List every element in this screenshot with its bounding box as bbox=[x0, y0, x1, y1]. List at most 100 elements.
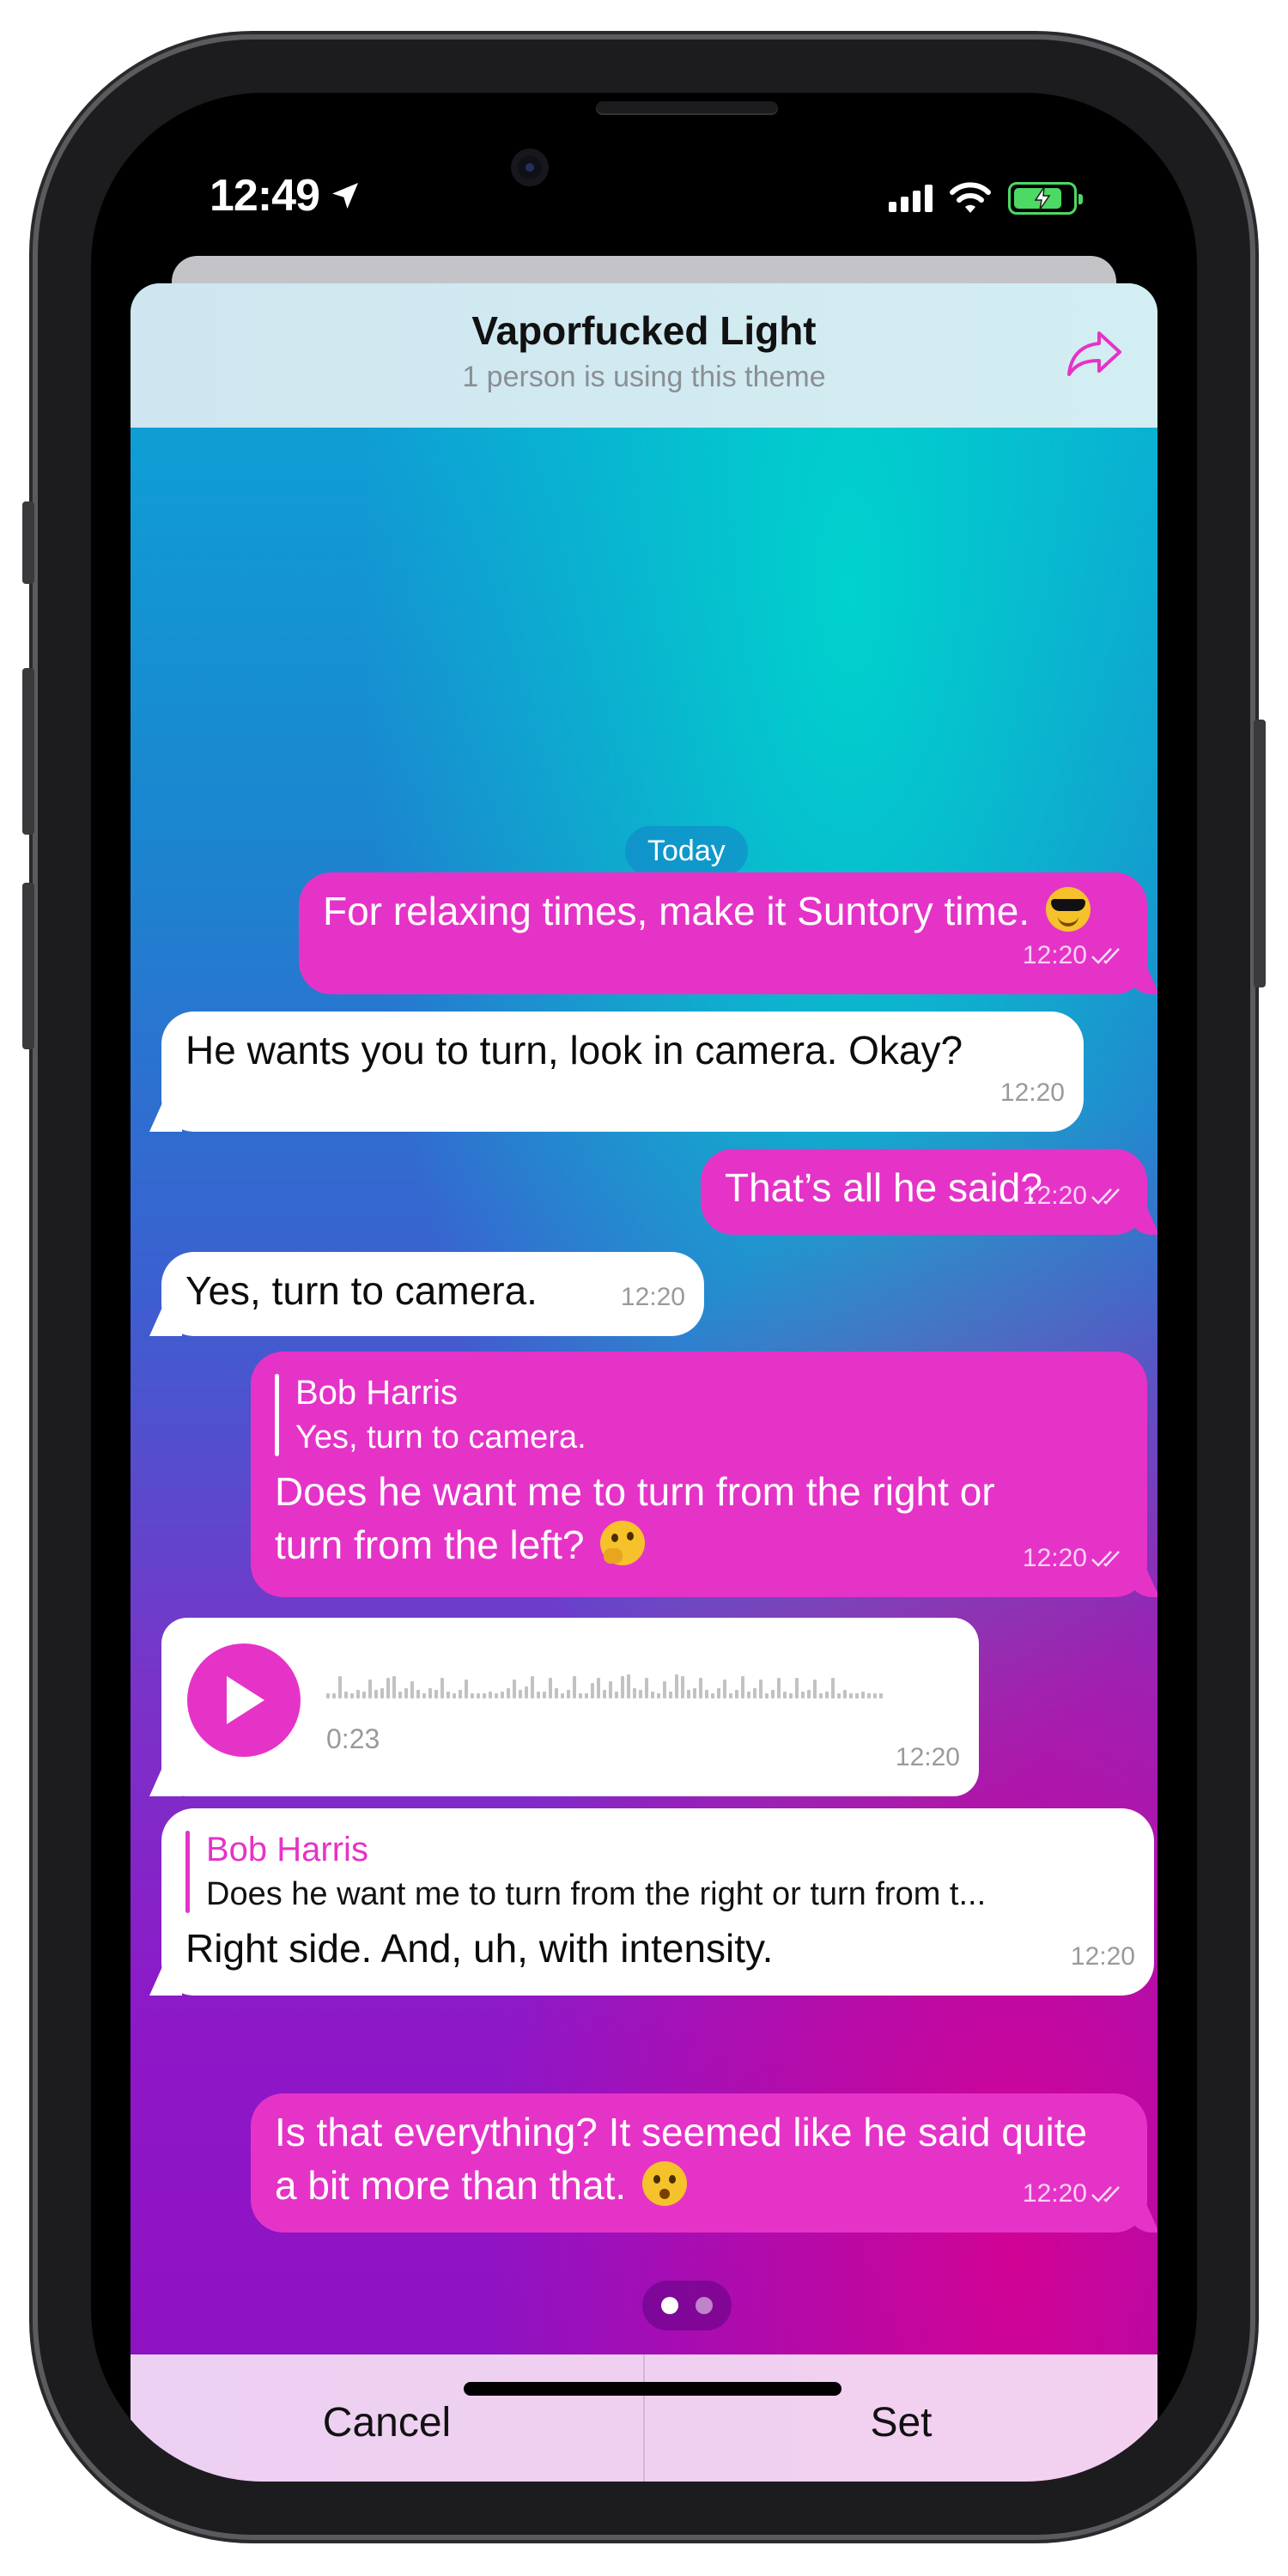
waveform-bar bbox=[693, 1688, 696, 1698]
waveform-bar bbox=[483, 1693, 486, 1698]
waveform-bar bbox=[795, 1678, 799, 1698]
message-bubble-incoming[interactable]: Bob Harris Does he want me to turn from … bbox=[161, 1808, 1154, 1996]
waveform-bar bbox=[453, 1693, 456, 1698]
play-button[interactable] bbox=[187, 1643, 301, 1757]
waveform-bar bbox=[555, 1688, 558, 1698]
phone-frame: 12:49 Vaporfucked Light 1 person is usin… bbox=[22, 39, 1266, 2535]
waveform-bar bbox=[422, 1693, 426, 1698]
waveform-bar bbox=[657, 1693, 660, 1698]
message-meta: 12:20 bbox=[1000, 1066, 1065, 1120]
page-dot-2[interactable] bbox=[696, 2297, 713, 2314]
message-bubble-outgoing[interactable]: Is that everything? It seemed like he sa… bbox=[251, 2093, 1147, 2233]
reply-quote[interactable]: Bob Harris Does he want me to turn from … bbox=[185, 1827, 1130, 1917]
waveform-bar bbox=[681, 1676, 684, 1698]
waveform-bar bbox=[687, 1690, 690, 1698]
page-dot-1[interactable] bbox=[661, 2297, 678, 2314]
waveform-bar bbox=[350, 1693, 354, 1698]
waveform-bar bbox=[663, 1681, 666, 1698]
waveform-bar bbox=[567, 1690, 570, 1698]
waveform-bar bbox=[837, 1693, 841, 1698]
waveform-bar bbox=[501, 1692, 504, 1698]
home-indicator[interactable] bbox=[464, 2382, 841, 2396]
waveform-bar bbox=[392, 1676, 396, 1698]
status-indicators bbox=[889, 182, 1083, 215]
waveform-bar bbox=[495, 1693, 498, 1698]
waveform-bar bbox=[627, 1674, 630, 1698]
message-bubble-outgoing[interactable]: For relaxing times, make it Suntory time… bbox=[299, 872, 1147, 994]
share-icon[interactable] bbox=[1065, 326, 1125, 378]
waveform-bar bbox=[507, 1688, 510, 1698]
waveform-bar bbox=[465, 1680, 468, 1698]
waveform-bar bbox=[404, 1688, 408, 1698]
message-bubble-outgoing[interactable]: That’s all he said? 12:20 bbox=[701, 1149, 1147, 1235]
message-bubble-outgoing[interactable]: Bob Harris Yes, turn to camera. Does he … bbox=[251, 1352, 1147, 1597]
power-button bbox=[1254, 720, 1266, 987]
silent-switch bbox=[22, 501, 34, 584]
waveform-bar bbox=[669, 1692, 672, 1698]
reply-quote[interactable]: Bob Harris Yes, turn to camera. bbox=[275, 1370, 1123, 1460]
message-text: For relaxing times, make it Suntory time… bbox=[323, 889, 1030, 933]
waveform-bar bbox=[609, 1681, 612, 1698]
theme-usage-count: 1 person is using this theme bbox=[462, 361, 826, 393]
phone-screen: 12:49 Vaporfucked Light 1 person is usin… bbox=[91, 93, 1197, 2482]
waveform-bar bbox=[344, 1692, 348, 1698]
waveform-bar bbox=[531, 1676, 534, 1698]
reply-excerpt: Does he want me to turn from the right o… bbox=[206, 1876, 987, 1912]
waveform-bar bbox=[561, 1693, 564, 1698]
message-meta: 12:20 bbox=[621, 1271, 685, 1324]
message-meta: 12:20 bbox=[1023, 1170, 1128, 1223]
read-checkmarks-icon bbox=[1091, 1551, 1120, 1567]
status-time-label: 12:49 bbox=[210, 171, 320, 221]
cancel-button[interactable]: Cancel bbox=[131, 2354, 643, 2482]
cellular-signal-icon bbox=[889, 185, 933, 212]
waveform-bar bbox=[428, 1688, 432, 1698]
battery-charging-icon bbox=[1008, 182, 1083, 215]
waveform-bar bbox=[783, 1692, 787, 1698]
waveform-bar bbox=[368, 1680, 372, 1698]
waveform-bar bbox=[573, 1676, 576, 1698]
waveform-bar bbox=[735, 1690, 738, 1698]
waveform-bar bbox=[549, 1678, 552, 1698]
waveform-bar bbox=[861, 1692, 865, 1698]
page-indicator[interactable] bbox=[642, 2281, 732, 2330]
waveform-bar bbox=[645, 1678, 648, 1698]
thinking-face-emoji-icon bbox=[600, 1521, 646, 1565]
waveform-bar bbox=[819, 1693, 823, 1698]
message-meta: 12:20 bbox=[1023, 1532, 1128, 1585]
sheet-header: Vaporfucked Light 1 person is using this… bbox=[131, 283, 1157, 428]
waveform-bar bbox=[873, 1693, 877, 1698]
set-theme-button[interactable]: Set bbox=[645, 2354, 1157, 2482]
message-time: 12:20 bbox=[1022, 2179, 1087, 2208]
message-time: 12:20 bbox=[999, 1078, 1065, 1107]
waveform-bar bbox=[489, 1692, 492, 1698]
waveform-bar bbox=[651, 1692, 654, 1698]
waveform-bar bbox=[386, 1678, 390, 1698]
waveform-bar bbox=[849, 1693, 853, 1698]
waveform-bar bbox=[639, 1690, 642, 1698]
waveform-bar bbox=[585, 1693, 588, 1698]
message-bubble-incoming[interactable]: Yes, turn to camera. 12:20 bbox=[161, 1252, 704, 1336]
voice-waveform[interactable] bbox=[326, 1664, 883, 1698]
waveform-bar bbox=[597, 1678, 600, 1698]
waveform-bar bbox=[843, 1690, 847, 1698]
message-text: Right side. And, uh, with intensity. bbox=[185, 1926, 774, 1971]
waveform-bar bbox=[825, 1692, 829, 1698]
waveform-bar bbox=[855, 1693, 859, 1698]
waveform-bar bbox=[747, 1692, 750, 1698]
waveform-bar bbox=[789, 1693, 793, 1698]
voice-duration: 0:23 bbox=[326, 1723, 380, 1754]
waveform-bar bbox=[398, 1692, 402, 1698]
sunglasses-emoji-icon bbox=[1045, 887, 1091, 932]
waveform-bar bbox=[459, 1690, 462, 1698]
waveform-bar bbox=[579, 1693, 582, 1698]
waveform-bar bbox=[513, 1680, 516, 1698]
message-text: He wants you to turn, look in camera. Ok… bbox=[185, 1028, 963, 1072]
voice-message-bubble[interactable]: 0:23 12:20 bbox=[161, 1618, 979, 1796]
read-checkmarks-icon bbox=[1091, 1188, 1120, 1205]
message-meta: 12:20 bbox=[1023, 2167, 1128, 2221]
waveform-bar bbox=[711, 1693, 714, 1698]
waveform-bar bbox=[879, 1693, 883, 1698]
message-bubble-incoming[interactable]: He wants you to turn, look in camera. Ok… bbox=[161, 1012, 1084, 1132]
hushed-face-emoji-icon bbox=[641, 2161, 687, 2206]
waveform-bar bbox=[374, 1690, 378, 1698]
